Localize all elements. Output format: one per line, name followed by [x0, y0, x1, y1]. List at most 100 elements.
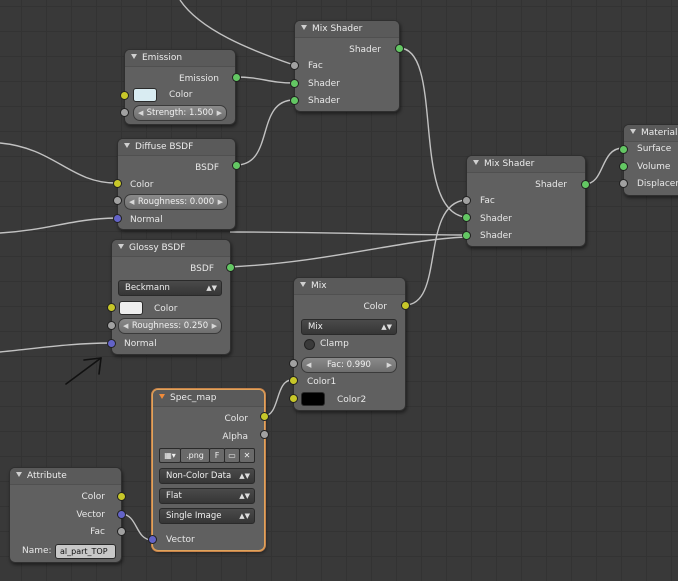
image-browse-icon[interactable]: ▦▾	[159, 448, 181, 463]
collapse-triangle-icon[interactable]	[300, 282, 306, 287]
field-arrow-icon[interactable]: ◀	[129, 195, 134, 209]
field-arrow-icon[interactable]: ▶	[387, 358, 392, 372]
dropdown-chevron-icon: ▲▼	[239, 472, 250, 480]
node-header[interactable]: Mix	[294, 278, 405, 295]
collapse-triangle-icon[interactable]	[118, 244, 124, 249]
output-displacement-socket[interactable]	[619, 179, 628, 188]
field-arrow-icon[interactable]: ▶	[218, 195, 223, 209]
mix-shader-1-shader-socket[interactable]	[290, 79, 299, 88]
node-header[interactable]: Spec_map	[153, 390, 264, 407]
mix-color1-socket[interactable]	[289, 376, 298, 385]
collapse-triangle-icon[interactable]	[630, 129, 636, 134]
mix-shader-2-shader-socket-2[interactable]	[462, 231, 471, 240]
collapse-triangle-icon[interactable]	[124, 143, 130, 148]
source-dropdown[interactable]: Single Image ▲▼	[159, 508, 255, 524]
fac-value: Fac: 0.990	[327, 360, 371, 370]
unlink-x-icon[interactable]: ✕	[239, 448, 255, 463]
attribute-color-socket[interactable]	[117, 492, 126, 501]
field-arrow-icon[interactable]: ▶	[212, 319, 217, 333]
field-arrow-icon[interactable]: ◀	[306, 358, 311, 372]
node-title: Spec_map	[170, 393, 217, 403]
attribute-name-input[interactable]: al_part_TOP	[55, 544, 116, 559]
field-arrow-icon[interactable]: ◀	[138, 106, 143, 120]
fac-field[interactable]: ◀ Fac: 0.990 ▶	[301, 357, 397, 373]
output-volume-socket[interactable]	[619, 162, 628, 171]
node-header[interactable]: Diffuse BSDF	[118, 139, 235, 156]
volume-label: Volume	[637, 162, 671, 172]
diffuse-roughness-socket[interactable]	[113, 196, 122, 205]
fake-user-button[interactable]: F	[209, 448, 225, 463]
roughness-field[interactable]: ◀ Roughness: 0.250 ▶	[118, 318, 222, 334]
strength-field[interactable]: ◀ Strength: 1.500 ▶	[133, 105, 227, 121]
spec-map-color-socket[interactable]	[260, 412, 269, 421]
spec-map-image-node[interactable]: Spec_map Color Alpha ▦▾ .png F ▭ ✕ Non-C…	[152, 389, 265, 551]
color-space-dropdown[interactable]: Non-Color Data ▲▼	[159, 468, 255, 484]
link-mix-to-mix2-fac	[404, 199, 466, 306]
emission-node[interactable]: Emission Emission Color ◀ Strength: 1.50…	[124, 49, 236, 125]
collapse-triangle-icon[interactable]	[301, 25, 307, 30]
clamp-checkbox[interactable]	[304, 339, 315, 350]
projection-dropdown[interactable]: Flat ▲▼	[159, 488, 255, 504]
dropdown-chevron-icon: ▲▼	[239, 492, 250, 500]
collapse-triangle-icon[interactable]	[131, 54, 137, 59]
node-header[interactable]: Glossy BSDF	[112, 240, 230, 257]
mix-shader-1-fac-socket[interactable]	[290, 61, 299, 70]
emission-output-socket[interactable]	[232, 73, 241, 82]
spec-map-vector-socket[interactable]	[148, 535, 157, 544]
mix-shader-node-1[interactable]: Mix Shader Shader Fac Shader Shader	[294, 20, 400, 112]
input-fac-label: Fac	[480, 196, 495, 206]
link-offscreen-to-glossy-normal	[0, 342, 111, 353]
distribution-dropdown[interactable]: Beckmann ▲▼	[118, 280, 222, 296]
node-header[interactable]: Mix Shader	[295, 21, 399, 38]
node-header[interactable]: Material O	[624, 125, 678, 142]
folder-open-icon[interactable]: ▭	[224, 448, 240, 463]
mix-color2-socket[interactable]	[289, 394, 298, 403]
roughness-field[interactable]: ◀ Roughness: 0.000 ▶	[124, 194, 228, 210]
glossy-roughness-socket[interactable]	[107, 321, 116, 330]
mix-shader-2-fac-socket[interactable]	[462, 196, 471, 205]
link-specmap-to-mix-color1	[263, 379, 293, 417]
diffuse-normal-socket[interactable]	[113, 214, 122, 223]
mix-shader-node-2[interactable]: Mix Shader Shader Fac Shader Shader	[466, 155, 586, 247]
output-surface-socket[interactable]	[619, 145, 628, 154]
glossy-color-socket[interactable]	[107, 303, 116, 312]
surface-label: Surface	[637, 144, 672, 154]
node-header[interactable]: Attribute	[10, 468, 121, 485]
node-header[interactable]: Emission	[125, 50, 235, 67]
color-label: Color	[154, 304, 178, 314]
spec-map-alpha-socket[interactable]	[260, 430, 269, 439]
collapse-triangle-icon[interactable]	[159, 394, 165, 399]
image-name-field[interactable]: .png	[180, 448, 210, 463]
mix-shader-1-shader-socket-2[interactable]	[290, 96, 299, 105]
source-value: Single Image	[166, 511, 222, 521]
mix-fac-socket[interactable]	[289, 359, 298, 368]
attribute-fac-socket[interactable]	[117, 527, 126, 536]
mix-shader-2-shader-socket[interactable]	[462, 213, 471, 222]
mix-shader-2-output-socket[interactable]	[581, 180, 590, 189]
diffuse-output-socket[interactable]	[232, 161, 241, 170]
emission-strength-socket[interactable]	[120, 108, 129, 117]
glossy-bsdf-node[interactable]: Glossy BSDF BSDF Beckmann ▲▼ Color ◀ Rou…	[111, 239, 231, 355]
emission-color-socket[interactable]	[120, 91, 129, 100]
glossy-normal-socket[interactable]	[107, 339, 116, 348]
node-header[interactable]: Mix Shader	[467, 156, 585, 173]
collapse-triangle-icon[interactable]	[473, 160, 479, 165]
collapse-triangle-icon[interactable]	[16, 472, 22, 477]
blend-mode-dropdown[interactable]: Mix ▲▼	[301, 319, 397, 335]
mix-rgb-node[interactable]: Mix Color Mix ▲▼ Clamp ◀ Fac: 0.990 ▶ Co…	[293, 277, 406, 411]
color-swatch[interactable]	[133, 88, 157, 102]
diffuse-color-socket[interactable]	[113, 179, 122, 188]
color2-swatch[interactable]	[301, 392, 325, 406]
field-arrow-icon[interactable]: ▶	[217, 106, 222, 120]
projection-value: Flat	[166, 491, 182, 501]
distribution-value: Beckmann	[125, 283, 170, 293]
material-output-node[interactable]: Material O Surface Volume Displaceme	[623, 124, 678, 196]
color-swatch[interactable]	[119, 301, 143, 315]
diffuse-bsdf-node[interactable]: Diffuse BSDF BSDF Color ◀ Roughness: 0.0…	[117, 138, 236, 230]
field-arrow-icon[interactable]: ◀	[123, 319, 128, 333]
mix-shader-1-output-socket[interactable]	[395, 44, 404, 53]
glossy-output-socket[interactable]	[226, 263, 235, 272]
attribute-vector-socket[interactable]	[117, 510, 126, 519]
mix-output-socket[interactable]	[401, 301, 410, 310]
attribute-node[interactable]: Attribute Color Vector Fac Name: al_part…	[9, 467, 122, 563]
